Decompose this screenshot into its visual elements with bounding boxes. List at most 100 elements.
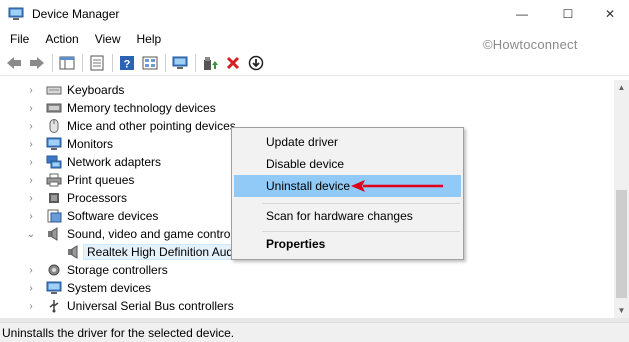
- maximize-icon: ☐: [562, 7, 574, 21]
- chevron-right-icon[interactable]: ›: [26, 297, 36, 315]
- tree-item-label: Mice and other pointing devices: [67, 119, 236, 133]
- update-driver-icon: [204, 56, 218, 70]
- toolbar-separator: [195, 53, 196, 72]
- context-menu: Update driver Disable device Uninstall d…: [231, 127, 464, 260]
- storage-controller-icon: [48, 264, 60, 276]
- tree-item-label: Universal Serial Bus controllers: [67, 299, 234, 313]
- monitor-icon: [46, 137, 62, 150]
- keyboard-icon: [46, 86, 62, 95]
- toolbar-separator: [82, 53, 83, 72]
- uninstall-device-button[interactable]: [223, 53, 243, 73]
- chevron-right-icon[interactable]: ›: [26, 261, 36, 279]
- tree-item-keyboards[interactable]: › Keyboards: [26, 81, 124, 99]
- toolbar: ?: [0, 50, 629, 76]
- audio-device-icon: [68, 245, 78, 259]
- tree-item-processors[interactable]: › Processors: [26, 189, 127, 207]
- vertical-scrollbar[interactable]: ▲ ▼: [614, 80, 629, 318]
- menu-separator: [262, 231, 460, 232]
- help-button[interactable]: ?: [117, 53, 137, 73]
- toolbar-separator: [112, 53, 113, 72]
- scan-hardware-icon: [142, 56, 158, 69]
- printer-icon: [46, 173, 62, 187]
- menu-update-driver[interactable]: Update driver: [234, 131, 461, 153]
- red-arrow-icon: [351, 180, 443, 192]
- tree-item-label: Memory technology devices: [67, 101, 216, 115]
- scroll-down-icon[interactable]: ▼: [614, 303, 629, 318]
- computer-button[interactable]: [170, 53, 190, 73]
- processor-icon: [49, 193, 59, 203]
- tree-item-network-adapters[interactable]: › Network adapters: [26, 153, 161, 171]
- chevron-right-icon[interactable]: ›: [26, 81, 36, 99]
- tree-item-label: Software devices: [67, 209, 159, 223]
- title-bar: Device Manager — ☐ ✕: [0, 0, 629, 28]
- tree-item-label: Sound, video and game controll: [67, 227, 236, 241]
- chevron-right-icon[interactable]: ›: [26, 117, 36, 135]
- minimize-button[interactable]: —: [499, 0, 545, 28]
- tree-item-mice[interactable]: › Mice and other pointing devices: [26, 117, 236, 135]
- chevron-right-icon[interactable]: ›: [26, 153, 36, 171]
- mouse-icon: [49, 119, 59, 133]
- update-driver-button[interactable]: [200, 53, 220, 73]
- menu-properties[interactable]: Properties: [234, 233, 461, 255]
- show-hide-console-tree-icon: [59, 56, 75, 69]
- chevron-right-icon[interactable]: ›: [26, 171, 36, 189]
- scroll-up-icon[interactable]: ▲: [614, 80, 629, 95]
- menu-action[interactable]: Action: [37, 29, 86, 49]
- menu-scan-hardware-changes[interactable]: Scan for hardware changes: [234, 205, 461, 227]
- speaker-icon: [48, 227, 58, 241]
- back-button[interactable]: [4, 53, 24, 73]
- tree-item-print-queues[interactable]: › Print queues: [26, 171, 134, 189]
- window-title: Device Manager: [32, 7, 120, 21]
- uninstall-icon: [226, 56, 240, 69]
- chevron-right-icon[interactable]: ›: [26, 207, 36, 225]
- menu-view[interactable]: View: [87, 29, 129, 49]
- system-device-icon: [46, 281, 62, 294]
- scrollbar-thumb[interactable]: [616, 190, 627, 298]
- menu-disable-device[interactable]: Disable device: [234, 153, 461, 175]
- toolbar-separator: [165, 53, 166, 72]
- device-manager-icon: [8, 7, 24, 20]
- network-adapter-icon: [46, 155, 62, 169]
- minimize-icon: —: [516, 7, 528, 21]
- back-arrow-icon: [7, 56, 21, 69]
- tree-item-usb-controllers[interactable]: › Universal Serial Bus controllers: [26, 297, 234, 315]
- tree-item-software-devices[interactable]: › Software devices: [26, 207, 158, 225]
- close-icon: ✕: [604, 7, 616, 21]
- menu-file[interactable]: File: [2, 29, 37, 49]
- close-button[interactable]: ✕: [591, 0, 629, 28]
- forward-arrow-icon: [30, 56, 44, 69]
- tree-item-memory-technology-devices[interactable]: › Memory technology devices: [26, 99, 216, 117]
- tree-item-label: Processors: [67, 191, 128, 205]
- tree-item-label: Storage controllers: [67, 263, 168, 277]
- tree-item-label: Network adapters: [67, 155, 162, 169]
- tree-item-label: System devices: [67, 281, 152, 295]
- tree-item-realtek-audio[interactable]: Realtek High Definition Audi: [46, 243, 240, 261]
- chevron-right-icon[interactable]: ›: [26, 279, 36, 297]
- svg-text:?: ?: [124, 58, 131, 70]
- forward-button[interactable]: [27, 53, 47, 73]
- software-device-icon: [47, 209, 62, 223]
- tree-item-label: Keyboards: [67, 83, 125, 97]
- tree-item-label: Realtek High Definition Audi: [83, 244, 240, 260]
- toolbar-separator: [52, 53, 53, 72]
- tree-item-sound-video-game-controllers[interactable]: ⌄ Sound, video and game controll: [26, 225, 236, 243]
- tree-item-monitors[interactable]: › Monitors: [26, 135, 113, 153]
- chevron-right-icon[interactable]: ›: [26, 99, 36, 117]
- properties-button[interactable]: [87, 53, 107, 73]
- computer-icon: [172, 56, 188, 69]
- tree-item-system-devices[interactable]: › System devices: [26, 279, 151, 297]
- view-button[interactable]: [140, 53, 160, 73]
- status-bar: Uninstalls the driver for the selected d…: [0, 322, 629, 342]
- tree-item-storage-controllers[interactable]: › Storage controllers: [26, 261, 168, 279]
- console-tree-button[interactable]: [57, 53, 77, 73]
- status-text: Uninstalls the driver for the selected d…: [2, 325, 235, 340]
- maximize-button[interactable]: ☐: [545, 0, 591, 28]
- tree-item-label: Print queues: [67, 173, 135, 187]
- chevron-right-icon[interactable]: ›: [26, 189, 36, 207]
- disable-device-button[interactable]: [246, 53, 266, 73]
- chevron-right-icon[interactable]: ›: [26, 135, 36, 153]
- usb-controller-icon: [49, 300, 59, 313]
- chevron-down-icon[interactable]: ⌄: [26, 225, 36, 243]
- memory-device-icon: [46, 103, 62, 113]
- menu-help[interactable]: Help: [129, 29, 170, 49]
